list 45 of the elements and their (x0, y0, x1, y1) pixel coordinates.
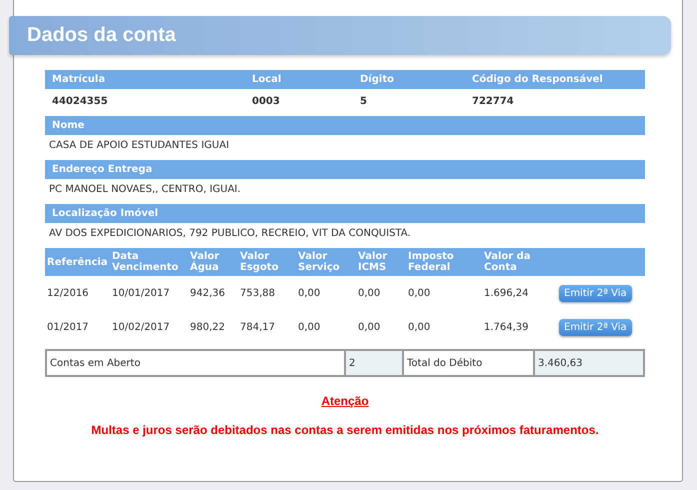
column-header: Código do Responsável (471, 74, 604, 85)
table-cell-text: 12/2016 (46, 288, 90, 298)
column-header: Valor ICMS (357, 251, 388, 273)
column-header: Valor Água (189, 251, 220, 273)
table-cell-text: 0,00 (357, 288, 382, 298)
column-header: Valor Serviço (297, 251, 341, 273)
table-cell-text: 784,17 (239, 322, 276, 332)
field-value: PC MANOEL NOVAES,, CENTRO, IGUAI. (48, 183, 242, 197)
table-cell-text: 10/01/2017 (111, 288, 171, 298)
section-header: Localização Imóvel (45, 204, 645, 223)
field-value: AV DOS EXPEDICIONARIOS, 792 PUBLICO, RECREIO, VIT DA CONQUISTA. (48, 227, 412, 241)
table-cell-text: 753,88 (239, 288, 276, 298)
notice-heading: Atenção (321, 394, 369, 408)
emit-button[interactable]: Emitir 2ª Via (559, 284, 632, 302)
column-header: Referência (46, 256, 109, 268)
table-cell-text: 1.764,39 (483, 322, 530, 332)
column-header: Data Vencimento (111, 251, 180, 273)
table-cell-text: 5 (359, 96, 368, 106)
table-cell-text: 0,00 (407, 322, 432, 332)
table-cell-text: 44024355 (51, 96, 109, 106)
emit-button[interactable]: Emitir 2ª Via (559, 318, 632, 336)
table-cell-text: 0,00 (297, 288, 322, 298)
table-cell-text: 01/2017 (46, 322, 90, 332)
column-header: Imposto Federal (407, 251, 455, 273)
table-cell-text: 0,00 (297, 322, 322, 332)
column-header: Local (251, 74, 282, 85)
table-cell-text: 1.696,24 (483, 288, 530, 298)
table-cell-text: 10/02/2017 (111, 322, 171, 332)
table-cell-text: 0,00 (357, 322, 382, 332)
table-cell: 2 (346, 351, 404, 375)
column-header: Valor da Conta (483, 251, 532, 273)
table-cell-text: 722774 (471, 96, 515, 106)
notice-text: Multas e juros serão debitados nas contas a serem emitidas nos próximos faturamentos. (91, 423, 599, 437)
column-header: Dígito (359, 74, 395, 85)
table-cell-text: 980,22 (189, 322, 226, 332)
column-header: Matrícula (51, 74, 106, 85)
section-header: Nome (45, 116, 645, 135)
column-header: Valor Esgoto (239, 251, 280, 273)
table-cell-text: 0003 (251, 96, 281, 106)
table-cell-text: 942,36 (189, 288, 226, 298)
field-value: CASA DE APOIO ESTUDANTES IGUAI (48, 139, 230, 153)
section-header: Endereço Entrega (45, 160, 645, 179)
table-cell: 3.460,63 (535, 351, 643, 375)
page-title: Dados da conta (26, 24, 176, 47)
table-cell-text: 0,00 (407, 288, 432, 298)
